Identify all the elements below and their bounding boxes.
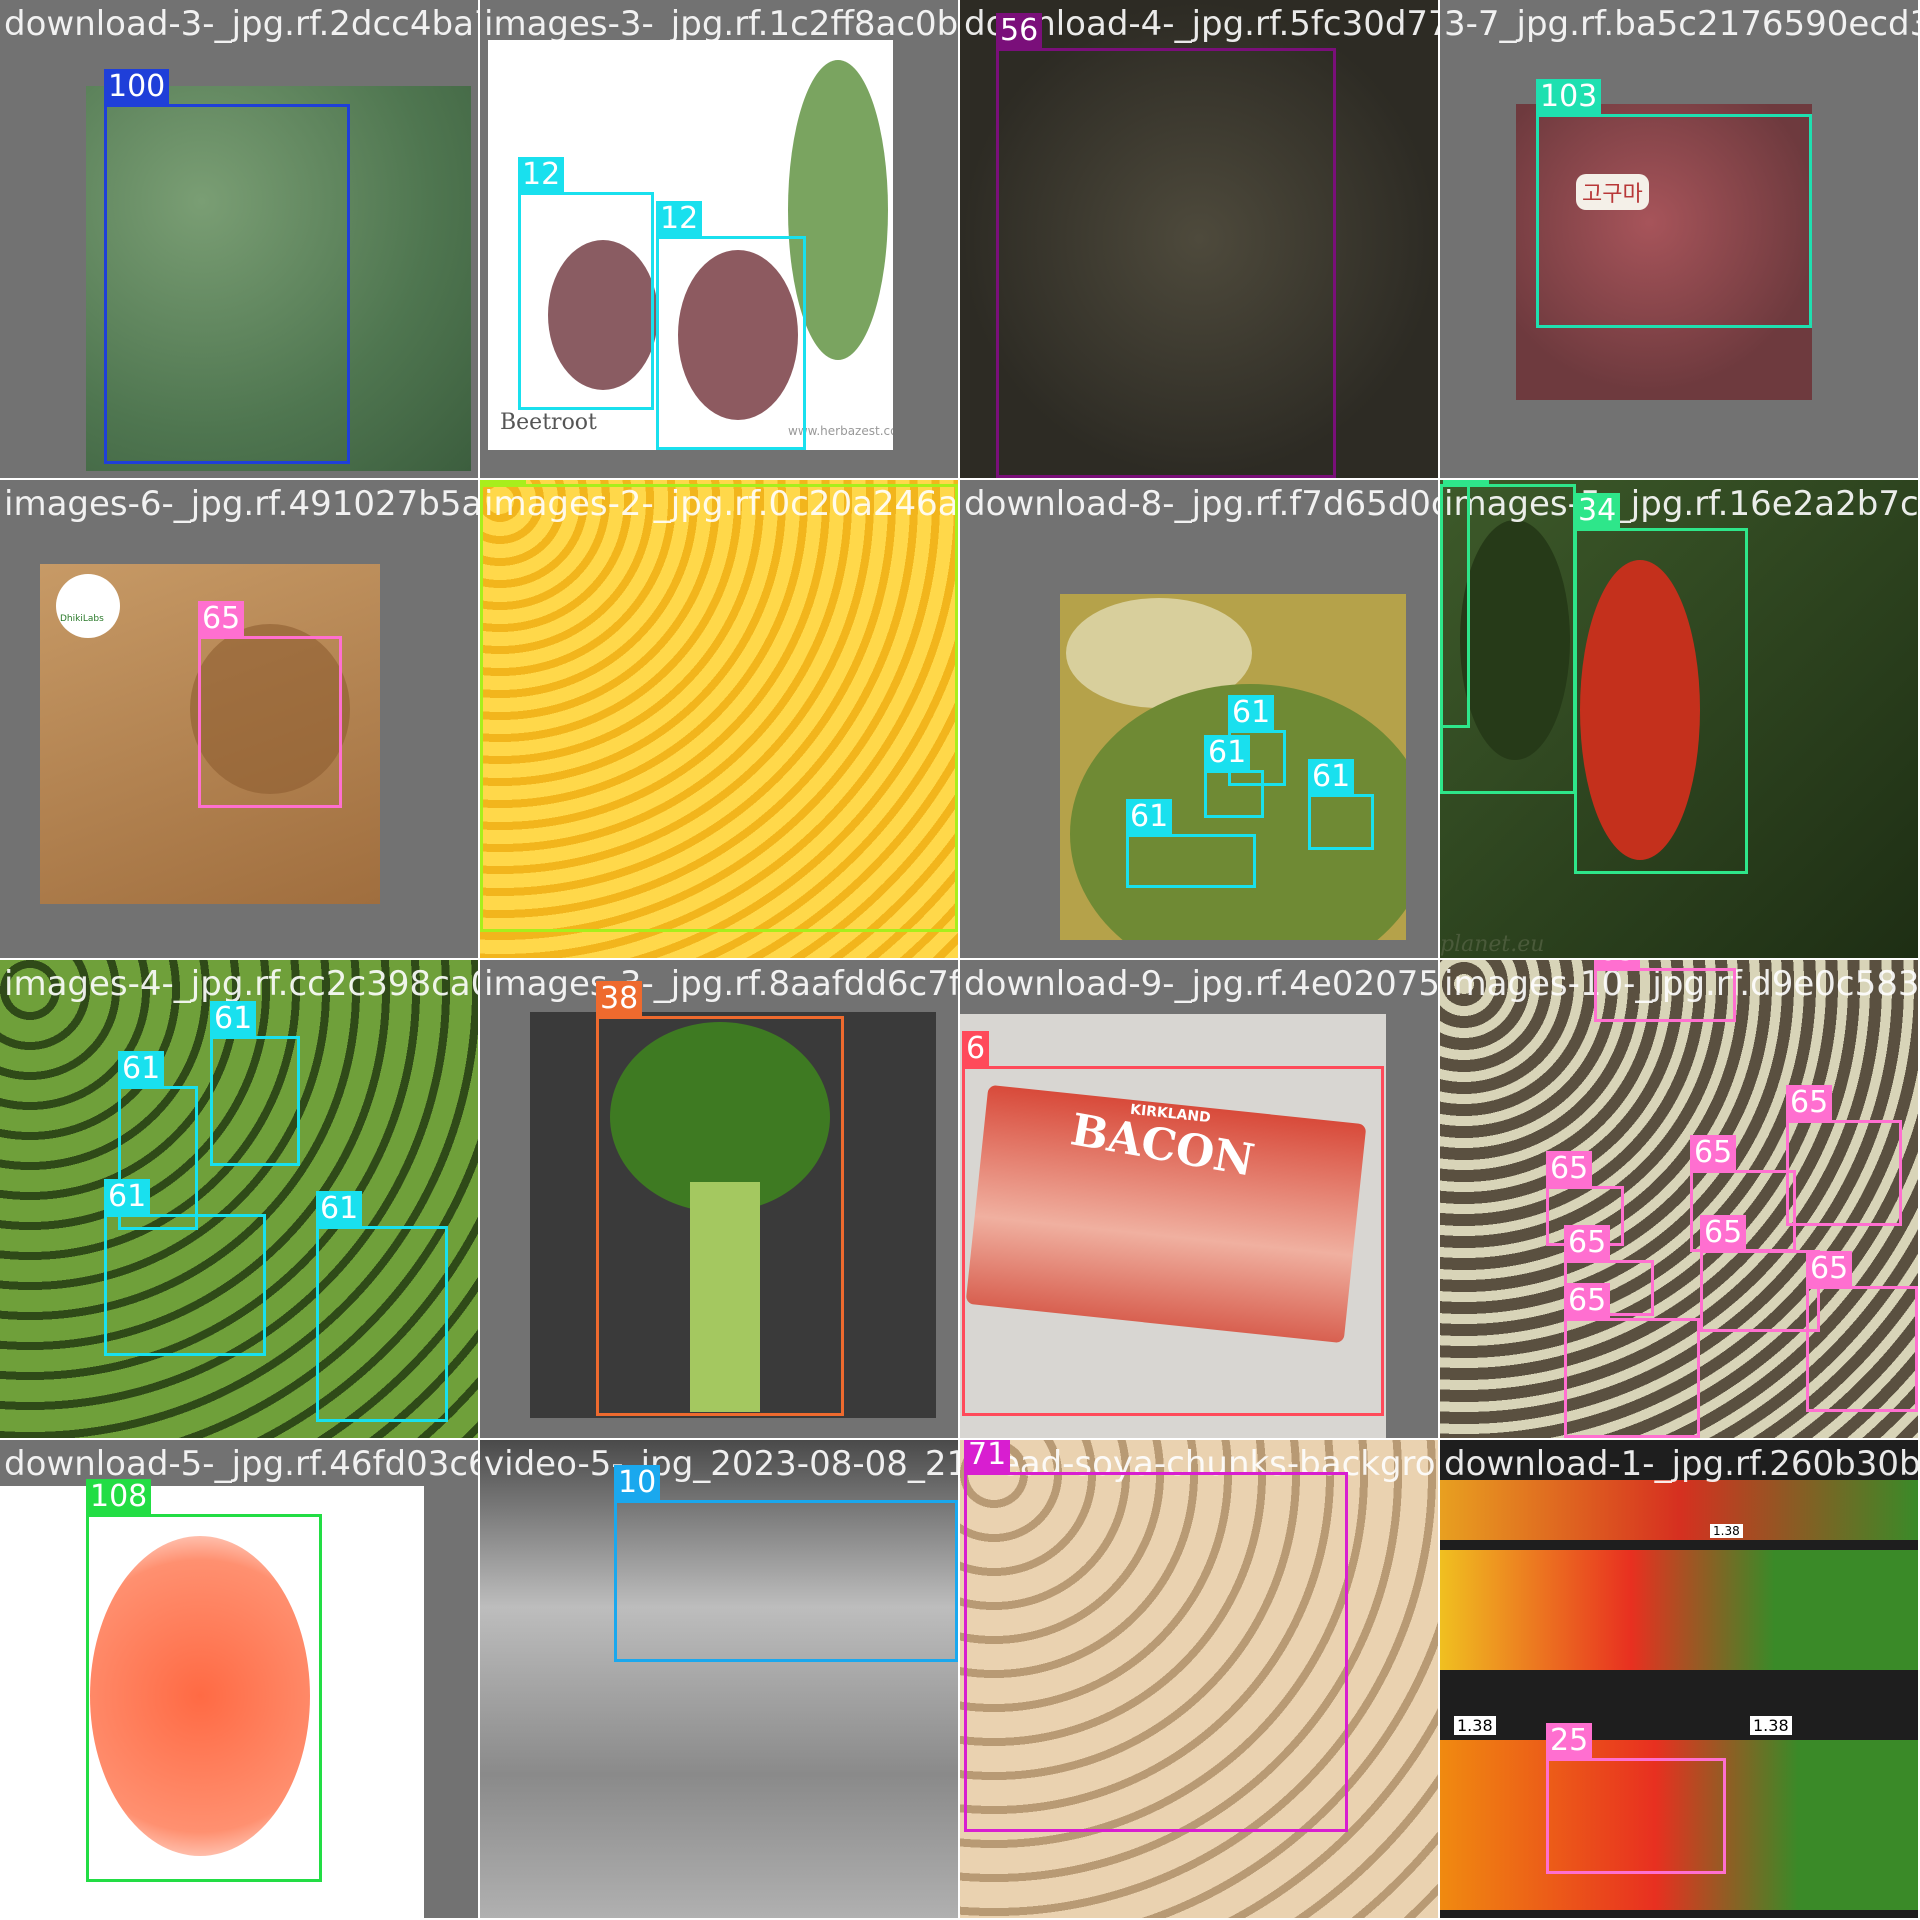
bbox-label: 61 xyxy=(210,1001,257,1037)
bbox: 71 xyxy=(964,1440,1348,1832)
filename-label: download-9-_jpg.rf.4e0207543ba802a845e xyxy=(964,964,1438,1004)
tile-green-olives: images-4-_jpg.rf.cc2c398ca0b1e57b9a8aafd… xyxy=(0,960,478,1438)
bbox-label: 61 xyxy=(104,1179,151,1215)
bbox: 39 xyxy=(480,480,958,932)
bbox: 61 xyxy=(1308,759,1374,850)
bbox: 6 xyxy=(962,1031,1384,1416)
tile-corn: images-2-_jpg.rf.0c20a246a2b14b5ef76dfd1… xyxy=(480,480,958,958)
mosaic-grid: download-3-_jpg.rf.2dcc4ba79bd63837adf5c… xyxy=(0,0,1920,1920)
bbox-label: 56 xyxy=(996,13,1043,49)
tile-drying-trays: images-10-_jpg.rf.d9e0c5832ab 65 65 65 6… xyxy=(1440,960,1918,1438)
filename-label: images-3-_jpg.rf.8aafdd6c7fd2269b8e0 xyxy=(484,964,958,1004)
tile-chili-peppers: planet.eu images-5-_jpg.rf.16e2a2b7c9f41… xyxy=(1440,480,1918,958)
filename-label: download-3-_jpg.rf.2dcc4ba79bd63837adf5c… xyxy=(4,4,478,44)
bbox-label: 12 xyxy=(518,157,565,193)
tile-beetroot: Beetroot www.herbazest.com images-3-_jpg… xyxy=(480,0,958,478)
bbox-label: 61 xyxy=(1228,695,1275,731)
tile-celery: images-3-_jpg.rf.8aafdd6c7fd2269b8e0 38 xyxy=(480,960,958,1438)
bbox: 108 xyxy=(86,1479,322,1882)
bbox: 65 xyxy=(1786,1085,1902,1226)
bbox: 65 xyxy=(1564,1283,1700,1438)
bbox: 34 xyxy=(1574,493,1748,874)
bbox-label: 38 xyxy=(596,981,643,1017)
price-tag: 1.38 xyxy=(1454,1716,1496,1735)
bbox: 10 xyxy=(614,1465,958,1662)
bbox-label: 65 xyxy=(1690,1135,1737,1171)
watermark-text: planet.eu xyxy=(1440,932,1545,957)
bbox: 25 xyxy=(1546,1723,1726,1874)
filename-label: 3-7_jpg.rf.ba5c2176590ecd384814a6b8e9 xyxy=(1444,4,1918,44)
bbox-label: 108 xyxy=(86,1479,152,1515)
bbox-label: 71 xyxy=(964,1440,1011,1473)
bbox xyxy=(1440,484,1576,794)
bbox: 103 xyxy=(1536,79,1812,328)
bbox-label: 65 xyxy=(198,601,245,637)
bbox: 65 xyxy=(198,601,342,808)
bbox: 56 xyxy=(996,13,1336,478)
bbox-label: 39 xyxy=(480,480,527,487)
tile-soy-granules: DhikiLabs images-6-_jpg.rf.491027b5a9e2d… xyxy=(0,480,478,958)
bbox-label: 61 xyxy=(1126,799,1173,835)
brand-logo-text: DhikiLabs xyxy=(60,614,104,624)
beetroot-caption: Beetroot xyxy=(500,410,597,435)
bbox: 61 xyxy=(1126,799,1256,888)
tile-sweet-potato: 고구마 3-7_jpg.rf.ba5c2176590ecd384814a6b8e… xyxy=(1440,0,1918,478)
bbox-label: 25 xyxy=(1546,1723,1593,1759)
bbox-label: 65 xyxy=(1700,1215,1747,1251)
bbox-label: 61 xyxy=(1204,735,1251,771)
bbox-label: 65 xyxy=(1786,1085,1833,1121)
tile-dried-greens: download-4-_jpg.rf.5fc30d77e9c8d2fa0b1b … xyxy=(960,0,1438,478)
tile-olives: download-8-_jpg.rf.f7d65d0c28319a6b6e0e … xyxy=(960,480,1438,958)
bbox: 100 xyxy=(104,69,350,464)
bbox-label: 12 xyxy=(656,201,703,237)
tile-diced-tomato: download-5-_jpg.rf.46fd03c6b79e5 108 xyxy=(0,1440,478,1918)
bbox-label: 65 xyxy=(1564,1283,1611,1319)
tile-soya-chunks: bread-soya-chunks-background.rf.2a 71 xyxy=(960,1440,1438,1918)
bbox: 61 xyxy=(1204,735,1264,818)
price-tag: 1.38 xyxy=(1710,1524,1743,1538)
bbox: 12 xyxy=(518,157,654,410)
bbox-label: 65 xyxy=(1546,1151,1593,1187)
bbox: 12 xyxy=(656,201,806,450)
bbox: 65 xyxy=(1806,1251,1918,1412)
filename-label: download-8-_jpg.rf.f7d65d0c28319a6b6e0e xyxy=(964,484,1438,524)
bbox-label: 61 xyxy=(1308,759,1355,795)
tile-nettle: download-3-_jpg.rf.2dcc4ba79bd63837adf5c… xyxy=(0,0,478,478)
bbox: 61 xyxy=(104,1179,266,1356)
filename-label: download-5-_jpg.rf.46fd03c6b79e5 xyxy=(4,1444,478,1484)
tile-bacon: KIRKLAND BACON download-9-_jpg.rf.4e0207… xyxy=(960,960,1438,1438)
filename-label: images-6-_jpg.rf.491027b5a9e2d1d5e7d82b3 xyxy=(4,484,478,524)
bbox-label: 65 xyxy=(1564,1225,1611,1261)
bbox-label: 61 xyxy=(316,1191,363,1227)
tile-blurry-bag: video-5-_jpg_2023-08-08_21-20-2 10 xyxy=(480,1440,958,1918)
bbox-label: 65 xyxy=(1806,1251,1853,1287)
bbox-label: 103 xyxy=(1536,79,1602,115)
bbox: 38 xyxy=(596,981,844,1416)
bbox-label: 65 xyxy=(1594,960,1641,969)
bbox-label: 34 xyxy=(1574,493,1621,529)
bbox-label: 10 xyxy=(614,1465,661,1501)
bbox: 65 xyxy=(1594,960,1736,1022)
bbox-label: 6 xyxy=(962,1031,990,1067)
bbox-label: 61 xyxy=(118,1051,165,1087)
bbox-label: 100 xyxy=(104,69,170,105)
bbox: 61 xyxy=(210,1001,300,1166)
price-tag: 1.38 xyxy=(1750,1716,1792,1735)
bbox: 65 xyxy=(1700,1215,1820,1332)
filename-label: images-3-_jpg.rf.1c2ff8ac0b3d3d47ad4c9fb… xyxy=(484,4,958,44)
bbox: 61 xyxy=(316,1191,448,1422)
tile-bell-peppers: 1.38 1.38 1.38 download-1-_jpg.rf.260b30… xyxy=(1440,1440,1918,1918)
